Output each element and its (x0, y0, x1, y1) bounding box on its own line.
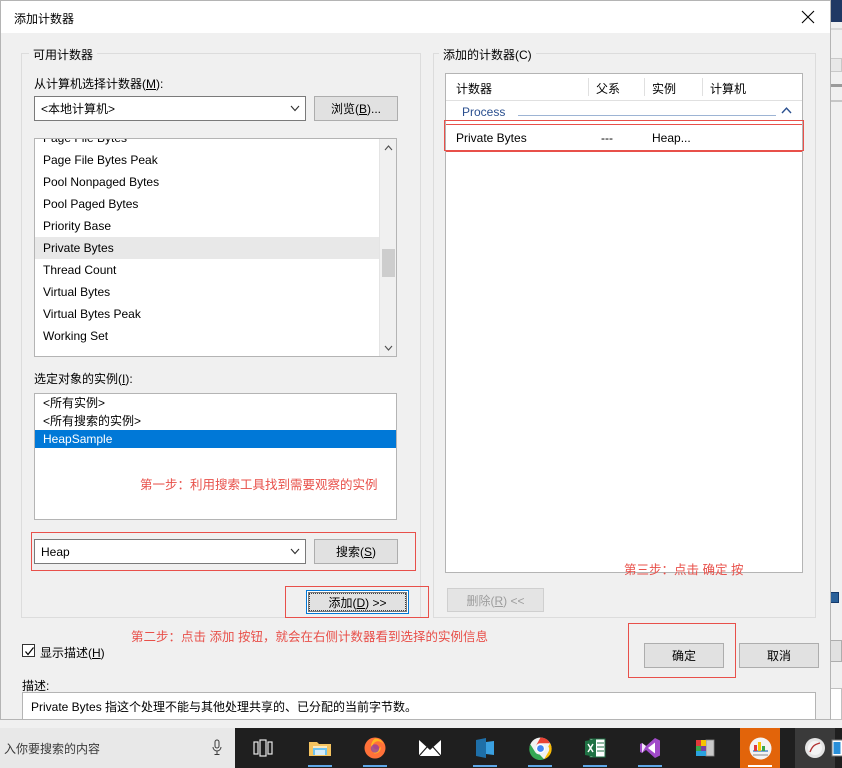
taskbar: 入你要搜索的内容 (0, 728, 842, 768)
list-item-selected[interactable]: HeapSample (35, 430, 396, 448)
close-icon[interactable] (785, 1, 830, 32)
notes-icon[interactable] (822, 728, 842, 768)
add-button-label: 添加(D) >> (328, 595, 387, 610)
browse-button[interactable]: 浏览(B)... (314, 96, 398, 121)
show-description-checkbox[interactable] (22, 644, 35, 657)
list-item[interactable]: Virtual Bytes (35, 281, 381, 303)
chevron-down-icon (285, 548, 305, 555)
search-input-combo[interactable]: Heap (34, 539, 306, 564)
list-item[interactable]: Working Set (35, 325, 381, 347)
show-description-label: 显示描述(H) (40, 646, 105, 660)
dialog-titlebar: 添加计数器 (1, 1, 830, 33)
cancel-button[interactable]: 取消 (739, 643, 819, 668)
visual-studio-icon[interactable] (630, 728, 670, 768)
added-counters-group-label: 添加的计数器(C) (439, 46, 536, 63)
header-divider (644, 78, 645, 96)
list-item[interactable]: Pool Nonpaged Bytes (35, 171, 381, 193)
table-header: 计数器 父系 实例 计算机 (446, 74, 802, 101)
ok-button[interactable]: 确定 (644, 643, 724, 668)
description-box: Private Bytes 指这个处理不能与其他处理共享的、已分配的当前字节数。 (22, 692, 816, 720)
description-text: Private Bytes 指这个处理不能与其他处理共享的、已分配的当前字节数。 (31, 700, 418, 714)
taskbar-search-placeholder: 入你要搜索的内容 (4, 741, 101, 756)
ok-button-label: 确定 (671, 649, 696, 663)
chrome-icon[interactable] (520, 728, 560, 768)
add-counters-dialog: 添加计数器 可用计数器 从计算机选择计数器(M): <本地计算机> 浏览(B).… (0, 0, 831, 720)
search-button[interactable]: 搜索(S) (314, 539, 398, 564)
column-instance: 实例 (652, 82, 677, 96)
search-input-value: Heap (41, 544, 70, 559)
cancel-button-label: 取消 (766, 649, 791, 663)
file-explorer-icon[interactable] (300, 728, 340, 768)
taskbar-active-underline (528, 765, 552, 767)
add-button[interactable]: 添加(D) >> (306, 590, 409, 614)
selected-object-instances-label: 选定对象的实例(I): (34, 372, 133, 386)
header-divider (588, 78, 589, 96)
scrollbar-thumb[interactable] (382, 249, 395, 277)
search-button-label: 搜索(S) (335, 545, 376, 559)
counter-list-scrollbar[interactable] (379, 139, 396, 356)
annotation-step-1: 第一步：利用搜索工具找到需要观察的实例 (140, 478, 378, 492)
taskbar-active-underline (363, 765, 387, 767)
taskbar-active-underline (638, 765, 662, 767)
scroll-up-icon[interactable] (380, 139, 396, 156)
computer-source-combo[interactable]: <本地计算机> (34, 96, 306, 121)
instance-listbox[interactable]: <所有实例> <所有搜索的实例> HeapSample (34, 393, 397, 520)
annotation-step-2: 第二步：点击 添加 按钮，就会在右侧计数器看到选择的实例信息 (131, 630, 488, 644)
perfmon-icon[interactable] (740, 728, 780, 768)
scroll-down-icon[interactable] (380, 339, 396, 356)
screen: 添加计数器 可用计数器 从计算机选择计数器(M): <本地计算机> 浏览(B).… (0, 0, 842, 768)
list-item[interactable]: Pool Paged Bytes (35, 193, 381, 215)
table-group-label: Process (462, 105, 506, 119)
remove-button-label: 删除(R) << (466, 593, 525, 608)
select-counters-from-label: 从计算机选择计数器(M): (34, 77, 164, 91)
chevron-up-icon[interactable] (781, 105, 792, 117)
list-item[interactable]: <所有实例> (35, 394, 396, 412)
excel-icon[interactable] (575, 728, 615, 768)
taskbar-active-underline (308, 765, 332, 767)
dialog-title: 添加计数器 (14, 12, 75, 26)
list-item[interactable]: Virtual Bytes Peak (35, 303, 381, 325)
list-item[interactable]: Priority Base (35, 215, 381, 237)
group-rule (518, 115, 776, 116)
available-counters-group-label: 可用计数器 (29, 46, 98, 63)
microphone-icon[interactable] (211, 739, 223, 759)
list-item[interactable]: <所有搜索的实例> (35, 412, 396, 430)
taskbar-active-underline (473, 765, 497, 767)
firefox-icon[interactable] (355, 728, 395, 768)
taskbar-active-underline (583, 765, 607, 767)
task-view-icon[interactable] (243, 728, 283, 768)
onenote-icon[interactable] (465, 728, 505, 768)
taskbar-search-box[interactable]: 入你要搜索的内容 (0, 728, 235, 768)
annotation-step-3: 第三步：点击 确定 按 (624, 563, 744, 577)
computer-source-value: <本地计算机> (41, 102, 116, 116)
list-item[interactable]: Page File Bytes Peak (35, 149, 381, 171)
added-row-highlight-box (444, 120, 804, 151)
list-item[interactable]: Page File Bytes (35, 139, 381, 149)
remove-button: 删除(R) << (447, 588, 544, 612)
taskbar-active-underline (748, 765, 772, 767)
column-computer: 计算机 (710, 82, 747, 96)
column-counter: 计数器 (456, 82, 493, 96)
list-item[interactable]: Thread Count (35, 259, 381, 281)
mail-icon[interactable] (410, 728, 450, 768)
column-parent: 父系 (596, 82, 621, 96)
list-item-selected[interactable]: Private Bytes (35, 237, 381, 259)
browse-button-label: 浏览(B)... (330, 102, 381, 116)
header-divider (702, 78, 703, 96)
chevron-down-icon (285, 105, 305, 112)
counter-listbox[interactable]: Page File Bytes Page File Bytes Peak Poo… (34, 138, 397, 357)
paint-icon[interactable] (685, 728, 725, 768)
